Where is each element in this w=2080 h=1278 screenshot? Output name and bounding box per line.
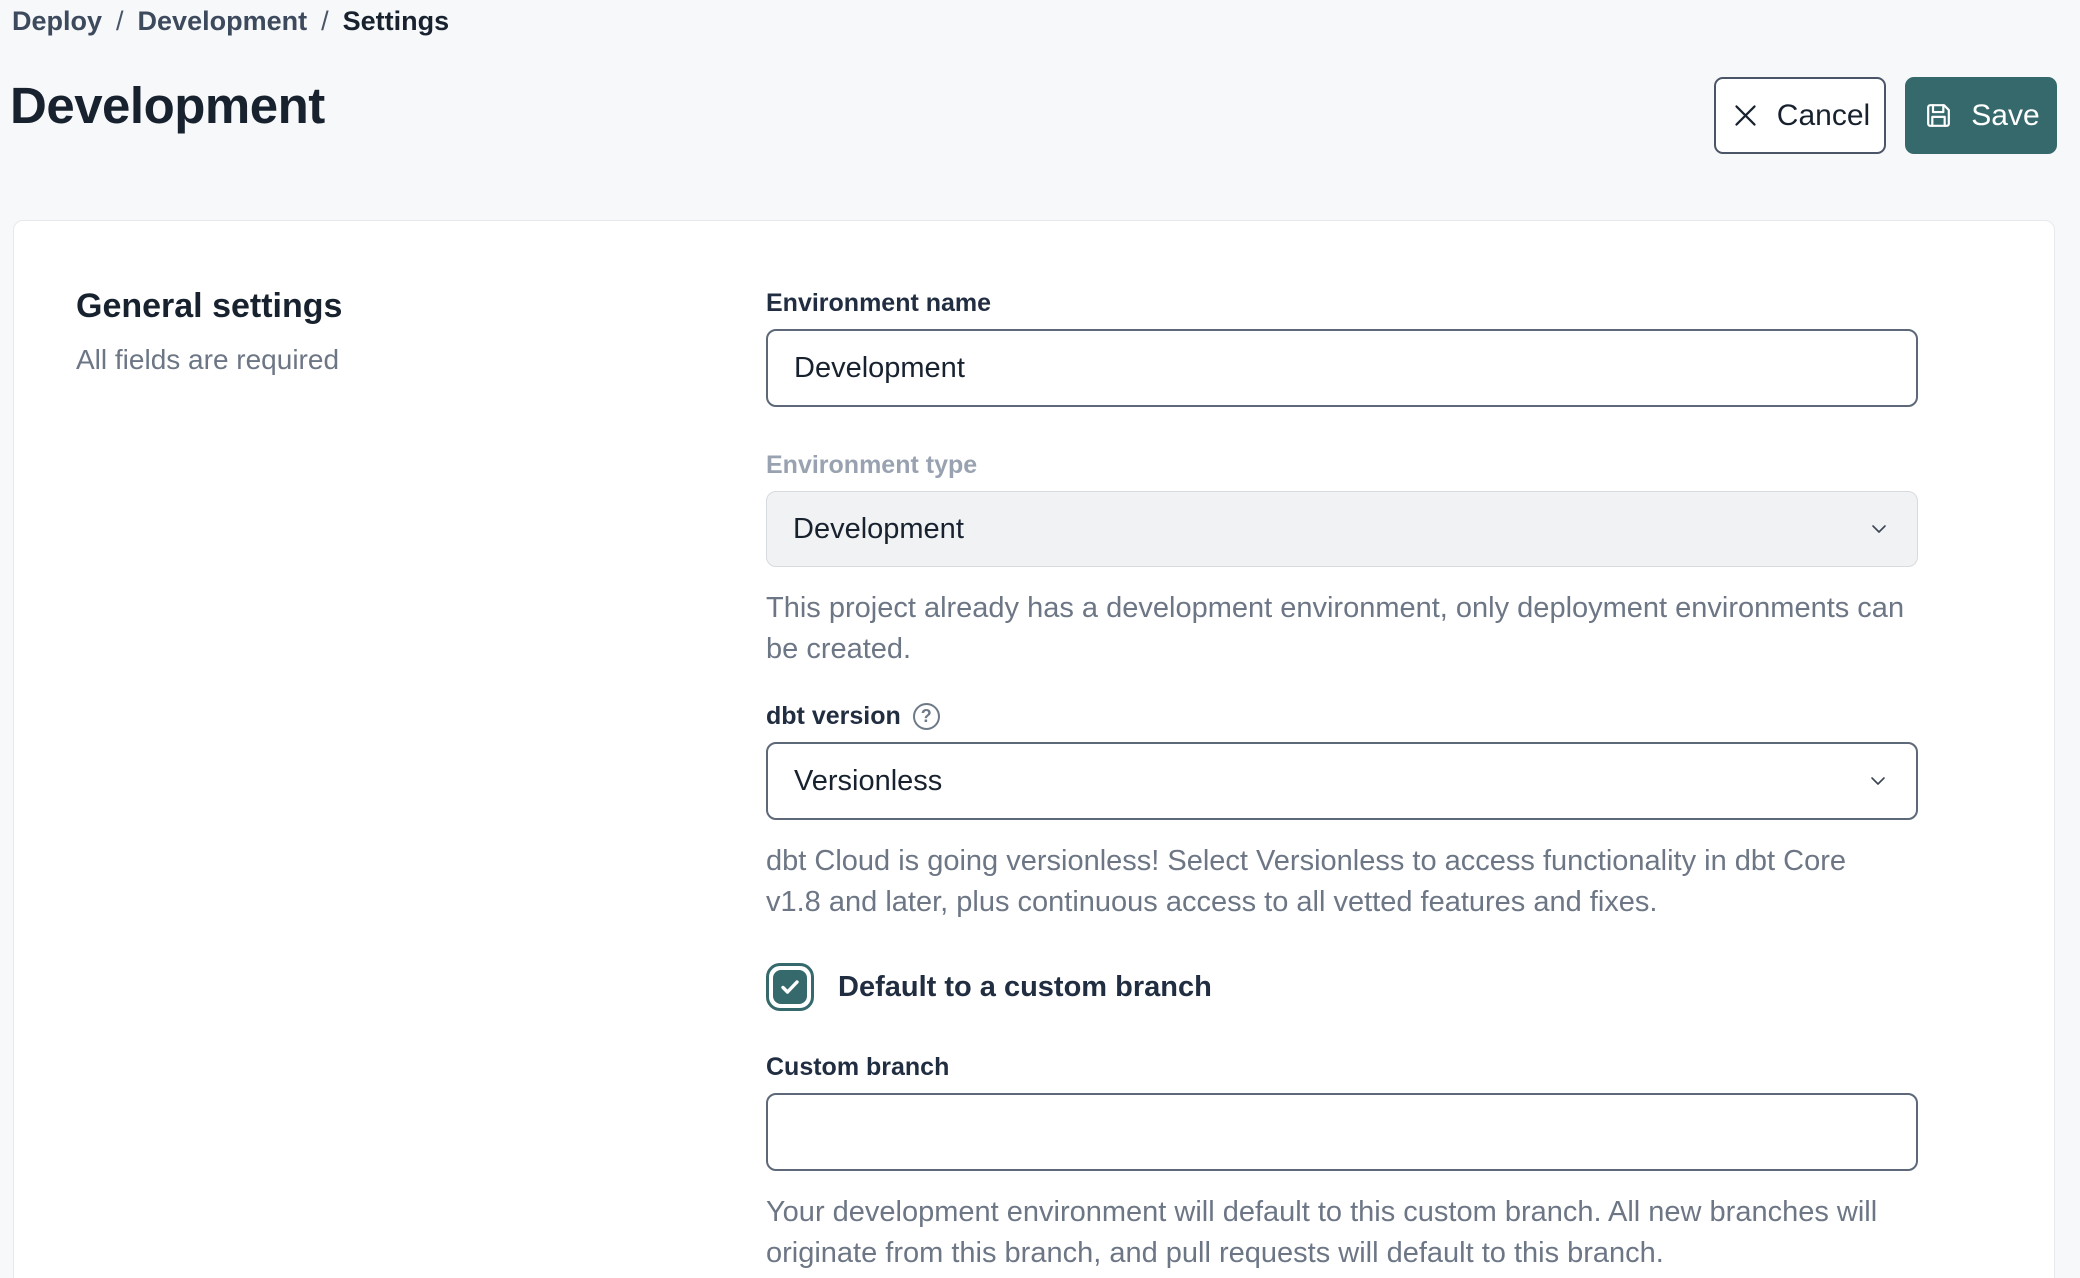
checkmark-icon <box>773 970 807 1004</box>
environment-name-input[interactable] <box>766 329 1918 407</box>
section-title: General settings <box>76 287 342 326</box>
settings-card: General settings All fields are required… <box>13 220 2055 1278</box>
dbt-version-help: dbt Cloud is going versionless! Select V… <box>766 841 1906 923</box>
section-subtitle: All fields are required <box>76 344 342 376</box>
environment-type-help: This project already has a development e… <box>766 588 1906 670</box>
environment-type-select: Development <box>766 491 1918 567</box>
custom-branch-checkbox-row[interactable]: Default to a custom branch <box>766 963 1918 1011</box>
save-button[interactable]: Save <box>1905 77 2057 154</box>
dbt-version-value: Versionless <box>794 765 942 798</box>
save-label: Save <box>1971 99 2039 133</box>
breadcrumb: Deploy / Development / Settings <box>12 6 449 37</box>
breadcrumb-settings: Settings <box>343 6 450 37</box>
cancel-button[interactable]: Cancel <box>1714 77 1886 154</box>
environment-name-label: Environment name <box>766 289 1918 318</box>
help-icon[interactable]: ? <box>913 703 940 730</box>
chevron-down-icon <box>1867 517 1891 541</box>
custom-branch-help: Your development environment will defaul… <box>766 1192 1906 1274</box>
cancel-label: Cancel <box>1777 99 1870 133</box>
breadcrumb-separator: / <box>116 6 124 37</box>
breadcrumb-separator: / <box>321 6 329 37</box>
custom-branch-checkbox-label: Default to a custom branch <box>838 971 1212 1004</box>
dbt-version-label: dbt version <box>766 702 901 731</box>
breadcrumb-development[interactable]: Development <box>138 6 308 37</box>
page: Deploy / Development / Settings Developm… <box>0 0 2080 1278</box>
close-icon <box>1730 100 1761 131</box>
dbt-version-label-row: dbt version ? <box>766 702 1918 731</box>
header-actions: Cancel Save <box>1714 77 2057 154</box>
environment-type-label: Environment type <box>766 451 1918 480</box>
save-icon <box>1922 99 1955 132</box>
breadcrumb-deploy[interactable]: Deploy <box>12 6 102 37</box>
dbt-version-select[interactable]: Versionless <box>766 742 1918 820</box>
custom-branch-input[interactable] <box>766 1093 1918 1171</box>
custom-branch-label: Custom branch <box>766 1053 1918 1082</box>
environment-type-value: Development <box>793 513 964 546</box>
chevron-down-icon <box>1866 769 1890 793</box>
section-header: General settings All fields are required <box>76 287 342 376</box>
page-title: Development <box>10 76 325 135</box>
settings-form: Environment name Environment type Develo… <box>766 289 1918 1274</box>
custom-branch-checkbox[interactable] <box>766 963 814 1011</box>
